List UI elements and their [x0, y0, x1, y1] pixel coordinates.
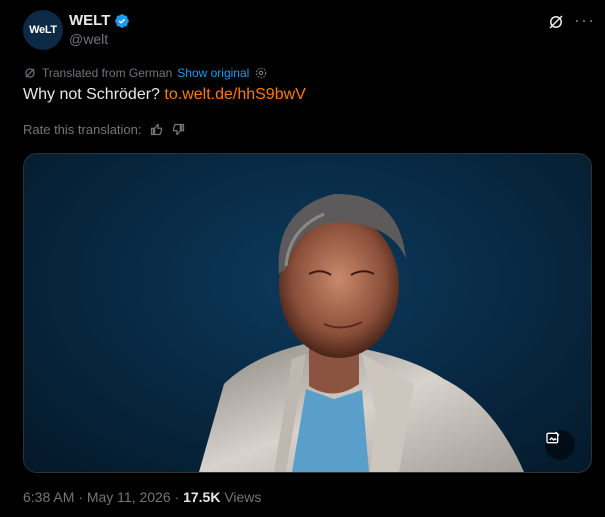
- tweet-body: Why not Schröder?: [23, 86, 160, 103]
- rate-label: Rate this translation:: [23, 122, 142, 137]
- more-icon[interactable]: ···: [574, 11, 594, 31]
- tweet-date[interactable]: May 11, 2026: [87, 489, 171, 505]
- translation-bar: Translated from German Show original: [23, 66, 268, 80]
- meta-separator-2: ·: [170, 489, 184, 505]
- thumbs-up-icon[interactable]: [149, 122, 164, 137]
- show-original-link[interactable]: Show original: [177, 66, 249, 80]
- alt-edit-button[interactable]: [545, 430, 575, 460]
- thumbs-down-icon[interactable]: [171, 122, 186, 137]
- tweet-photo[interactable]: [23, 153, 592, 473]
- alt-edit-icon: [546, 431, 560, 444]
- display-name[interactable]: WELT: [69, 12, 110, 29]
- translate-icon: [25, 68, 35, 78]
- display-name-row[interactable]: WELT: [69, 12, 130, 29]
- tweet-text: Why not Schröder? to.welt.de/hhS9bwV: [23, 86, 306, 104]
- avatar-text: WeLT: [29, 24, 57, 36]
- grok-icon[interactable]: [547, 13, 565, 31]
- tweet-time[interactable]: 6:38 AM: [23, 489, 74, 505]
- meta-separator-1: ·: [74, 489, 87, 505]
- translated-label: Translated from German: [42, 66, 173, 80]
- rate-translation: Rate this translation:: [23, 122, 186, 137]
- tweet-link[interactable]: to.welt.de/hhS9bwV: [164, 86, 305, 103]
- avatar[interactable]: WeLT: [23, 10, 63, 50]
- tweet-detail: WeLT WELT @welt ··· Translated from Germ…: [0, 0, 605, 517]
- user-handle[interactable]: @welt: [69, 31, 108, 47]
- views-count: 17.5K: [183, 489, 221, 505]
- settings-icon[interactable]: [254, 66, 268, 80]
- portrait-photo: [199, 193, 524, 472]
- verified-badge-icon: [115, 13, 130, 28]
- views-label: Views: [224, 489, 262, 505]
- tweet-meta: 6:38 AM · May 11, 2026 · 17.5K Views: [23, 489, 261, 505]
